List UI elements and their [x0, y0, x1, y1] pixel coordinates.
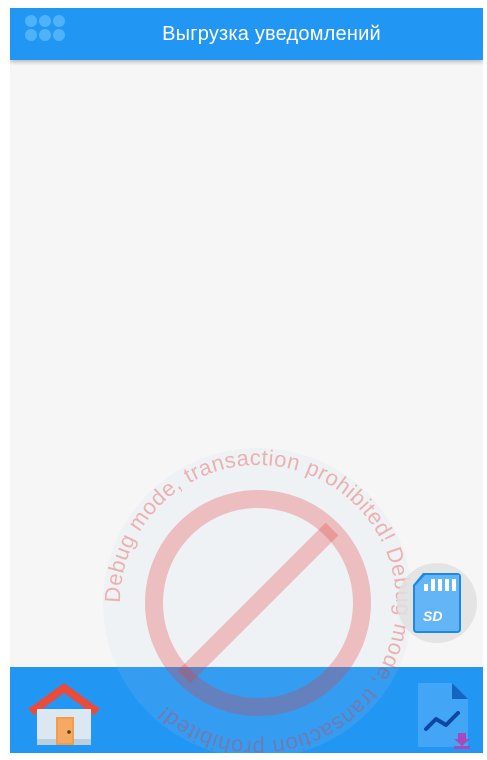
home-button[interactable] [24, 679, 104, 749]
report-download-button[interactable] [414, 677, 474, 751]
sd-card-icon: SD [413, 573, 461, 633]
sd-card-fab[interactable]: SD [397, 563, 477, 643]
app-header: Выгрузка уведомлений [10, 8, 483, 60]
grid-menu-icon[interactable] [24, 13, 72, 45]
app-screen: Выгрузка уведомлений SD Debug mode, tran… [0, 0, 487, 760]
bottom-navigation-bar [10, 667, 483, 753]
home-icon [28, 683, 100, 745]
page-title: Выгрузка уведомлений [162, 23, 381, 45]
sd-card-label: SD [423, 608, 442, 624]
app-frame: Выгрузка уведомлений SD Debug mode, tran… [10, 8, 483, 753]
report-download-icon [418, 683, 470, 749]
